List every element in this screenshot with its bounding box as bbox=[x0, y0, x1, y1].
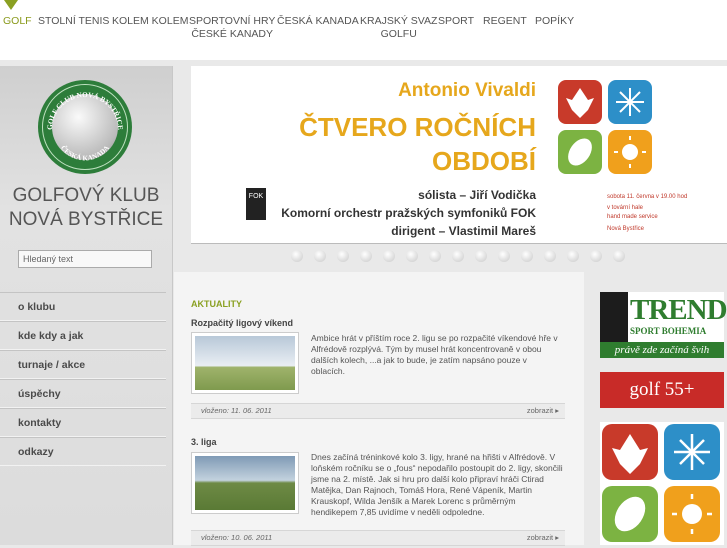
article-thumbnail[interactable] bbox=[191, 452, 299, 514]
banner-composer: Antonio Vivaldi bbox=[398, 80, 536, 101]
slider-dot[interactable] bbox=[498, 250, 510, 262]
trend-title: TREND bbox=[630, 294, 727, 326]
club-logo[interactable]: GOLF CLUB NOVÁ BYSTŘICE ČESKÁ KANADA bbox=[38, 80, 132, 174]
nav-item-krajsky-svaz[interactable]: KRAJSKÝ SVAZ GOLFU bbox=[360, 15, 437, 41]
trend-slogan: právě zde začíná švih bbox=[600, 342, 724, 358]
golf55-ad[interactable]: golf 55+ bbox=[600, 372, 724, 408]
clouds-photo bbox=[195, 336, 295, 390]
banner-conductor: dirigent – Vlastimil Mareš bbox=[391, 224, 536, 238]
sidebar-item-kde-kdy-a-jak[interactable]: kde kdy a jak bbox=[0, 321, 166, 350]
nav-item-sportovni-hry[interactable]: SPORTOVNÍ HRY ČESKÉ KANADY bbox=[189, 15, 275, 41]
nav-item-golf[interactable]: GOLF bbox=[3, 15, 32, 28]
slider-dot[interactable] bbox=[337, 250, 349, 262]
article-text: Ambice hrát v příštím roce 2. ligu se po… bbox=[311, 333, 558, 376]
slider-dot[interactable] bbox=[314, 250, 326, 262]
slider-dot[interactable] bbox=[567, 250, 579, 262]
slider-dot[interactable] bbox=[544, 250, 556, 262]
trend-sport-ad[interactable]: TREND SPORT BOHEMIA právě zde začíná švi… bbox=[600, 292, 727, 358]
slider-dot[interactable] bbox=[383, 250, 395, 262]
nav-item-kolem-kolem[interactable]: KOLEM KOLEM bbox=[112, 15, 188, 28]
nav-item-regent[interactable]: REGENT bbox=[483, 15, 527, 28]
article-title[interactable]: 3. liga bbox=[191, 437, 217, 447]
svg-text:ČESKÁ KANADA: ČESKÁ KANADA bbox=[59, 144, 111, 162]
article-footer: vloženo: 11. 06. 2011 zobrazit ▸ bbox=[191, 403, 565, 419]
sidebar-item-o-klubu[interactable]: o klubu bbox=[0, 292, 166, 321]
banner-orchestra: Komorní orchestr pražských symfoniků FOK bbox=[281, 206, 536, 220]
top-navigation: GOLF STOLNÍ TENIS KOLEM KOLEM SPORTOVNÍ … bbox=[0, 0, 727, 60]
nav-item-popiky[interactable]: POPÍKY bbox=[535, 15, 574, 28]
article-date: vloženo: 11. 06. 2011 bbox=[201, 406, 272, 415]
article-title[interactable]: Rozpačitý ligový víkend bbox=[191, 318, 293, 328]
logo-lettering: GOLF CLUB NOVÁ BYSTŘICE ČESKÁ KANADA bbox=[46, 90, 124, 162]
sidebar-item-kontakty[interactable]: kontakty bbox=[0, 408, 166, 437]
golfer-icon bbox=[600, 292, 628, 342]
four-seasons-icon bbox=[558, 80, 652, 174]
nav-item-ceska-kanada[interactable]: ČESKÁ KANADA bbox=[277, 15, 359, 28]
slider-dot[interactable] bbox=[475, 250, 487, 262]
read-more-link[interactable]: zobrazit ▸ bbox=[527, 531, 559, 545]
slider-dot[interactable] bbox=[613, 250, 625, 262]
arrow-right-icon: ▸ bbox=[555, 533, 559, 542]
article-thumbnail[interactable] bbox=[191, 332, 299, 394]
four-seasons-ad-icon bbox=[602, 424, 720, 542]
article-text: Dnes začíná tréninkové kolo 3. ligy, hra… bbox=[311, 452, 563, 517]
sidebar-menu: o klubu kde kdy a jak turnaje / akce úsp… bbox=[0, 292, 166, 466]
fok-logo: FOK bbox=[246, 188, 266, 220]
seasons-ad[interactable] bbox=[600, 422, 724, 545]
slider-dot[interactable] bbox=[360, 250, 372, 262]
slider-dot[interactable] bbox=[429, 250, 441, 262]
slider-dot[interactable] bbox=[590, 250, 602, 262]
active-indicator-icon bbox=[4, 0, 18, 10]
sidebar-item-uspechy[interactable]: úspěchy bbox=[0, 379, 166, 408]
search-input[interactable]: Hledaný text bbox=[18, 250, 152, 268]
sidebar-item-odkazy[interactable]: odkazy bbox=[0, 437, 166, 466]
news-heading: AKTUALITY bbox=[191, 299, 242, 309]
slider-dot[interactable] bbox=[521, 250, 533, 262]
article-date: vloženo: 10. 06. 2011 bbox=[201, 533, 273, 542]
sidebar: GOLF CLUB NOVÁ BYSTŘICE ČESKÁ KANADA GOL… bbox=[0, 66, 173, 545]
read-more-link[interactable]: zobrazit ▸ bbox=[527, 404, 559, 418]
slider-dot[interactable] bbox=[291, 250, 303, 262]
slider-dot[interactable] bbox=[452, 250, 464, 262]
slider-dot[interactable] bbox=[406, 250, 418, 262]
sidebar-item-turnaje-akce[interactable]: turnaje / akce bbox=[0, 350, 166, 379]
concert-banner[interactable]: Antonio Vivaldi ČTVERO ROČNÍCH OBDOBÍ só… bbox=[191, 66, 727, 244]
seasons-tiles bbox=[558, 80, 724, 230]
nav-item-sport[interactable]: SPORT bbox=[438, 15, 474, 28]
nav-item-stolni-tenis[interactable]: STOLNÍ TENIS bbox=[38, 15, 109, 28]
article-footer: vloženo: 10. 06. 2011 zobrazit ▸ bbox=[191, 530, 565, 546]
golf-course-photo bbox=[195, 456, 295, 510]
svg-text:GOLF CLUB NOVÁ BYSTŘICE: GOLF CLUB NOVÁ BYSTŘICE bbox=[46, 90, 124, 130]
banner-title: ČTVERO ROČNÍCH OBDOBÍ bbox=[299, 112, 536, 176]
club-name: GOLFOVÝ KLUB NOVÁ BYSTŘICE bbox=[8, 185, 164, 230]
arrow-right-icon: ▸ bbox=[555, 406, 559, 415]
banner-soloist: sólista – Jiří Vodička bbox=[418, 188, 536, 202]
trend-subtitle: SPORT BOHEMIA bbox=[630, 326, 707, 336]
